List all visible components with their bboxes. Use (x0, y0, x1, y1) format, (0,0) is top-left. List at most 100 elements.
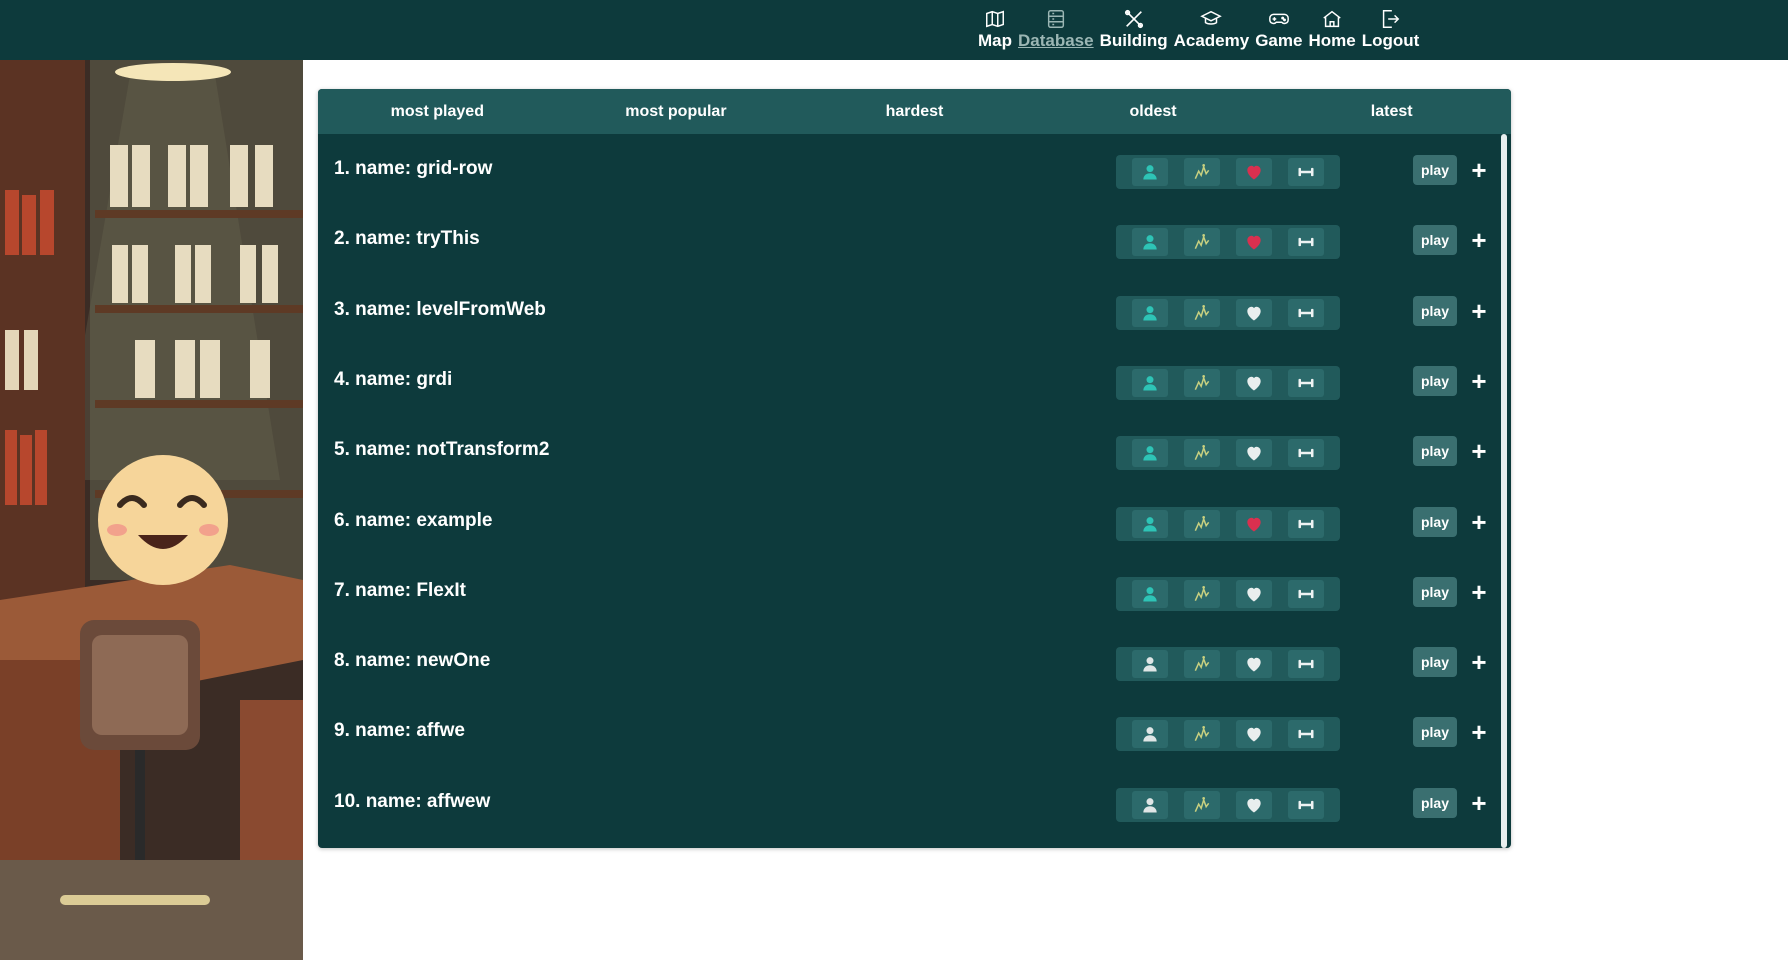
user-icon (1143, 727, 1157, 742)
nav-academy[interactable]: Academy (1174, 8, 1249, 54)
dumbbell-icon (1298, 308, 1314, 317)
difficulty-stat (1184, 509, 1220, 538)
level-stats-group (1116, 787, 1340, 822)
add-level-button[interactable]: + (1467, 718, 1491, 746)
like-stat[interactable] (1236, 298, 1272, 327)
creator-stat (1132, 720, 1168, 749)
add-level-button[interactable]: + (1467, 437, 1491, 465)
add-level-button[interactable]: + (1467, 156, 1491, 184)
level-stats-group (1116, 717, 1340, 752)
level-stats-group (1116, 647, 1340, 682)
creator-stat (1132, 368, 1168, 397)
fitness-icon (1194, 304, 1210, 320)
nav-map[interactable]: Map (978, 8, 1012, 54)
fitness-icon (1194, 374, 1210, 390)
heart-icon (1247, 446, 1261, 461)
like-stat[interactable] (1236, 368, 1272, 397)
heart-icon (1247, 798, 1261, 813)
play-button[interactable]: play (1413, 787, 1457, 818)
nav-logout[interactable]: Logout (1362, 8, 1419, 54)
level-name: 2. name: tryThis (334, 228, 480, 250)
like-stat[interactable] (1236, 228, 1272, 257)
home-icon (1323, 10, 1341, 28)
library-scene-image (0, 60, 303, 960)
level-stats-group (1116, 436, 1340, 471)
level-stats-group (1116, 155, 1340, 189)
user-icon (1143, 165, 1157, 180)
nav-game[interactable]: Game (1255, 8, 1302, 54)
creator-stat (1132, 158, 1168, 186)
nav-database[interactable]: Database (1018, 8, 1094, 54)
add-level-button[interactable]: + (1467, 508, 1491, 536)
user-icon (1143, 797, 1157, 813)
top-nav-bar: Map Database Building Academy Game Home … (0, 0, 1788, 60)
play-button[interactable]: play (1413, 506, 1457, 537)
nav-building[interactable]: Building (1100, 8, 1168, 54)
difficulty-stat (1184, 650, 1220, 679)
play-button[interactable]: play (1413, 576, 1457, 607)
heart-icon (1247, 306, 1261, 321)
play-button[interactable]: play (1413, 365, 1457, 396)
like-stat[interactable] (1236, 720, 1272, 749)
play-button[interactable]: play (1413, 225, 1457, 256)
scrollbar[interactable] (1501, 134, 1507, 848)
level-row: 6. name: example play + (318, 486, 1498, 556)
tools-icon (1124, 9, 1143, 29)
difficulty-stat (1184, 368, 1220, 397)
tab-oldest[interactable]: oldest (1034, 89, 1273, 134)
play-button[interactable]: play (1413, 295, 1457, 326)
nav-label: Building (1099, 31, 1168, 50)
difficulty-stat (1184, 579, 1220, 608)
sort-tabs: most played most popular hardest oldest … (318, 89, 1511, 134)
dumbbell-icon (1298, 800, 1314, 809)
like-stat[interactable] (1236, 579, 1272, 608)
level-name: 5. name: notTransform2 (334, 439, 550, 461)
play-button[interactable]: play (1413, 436, 1457, 467)
weight-stat (1288, 439, 1324, 468)
play-button[interactable]: play (1413, 717, 1457, 748)
level-database-panel: most played most popular hardest oldest … (318, 89, 1511, 848)
weight-stat (1288, 650, 1324, 679)
add-level-button[interactable]: + (1467, 648, 1491, 676)
tab-most-popular[interactable]: most popular (557, 89, 796, 134)
user-icon (1143, 235, 1157, 250)
add-level-button[interactable]: + (1467, 226, 1491, 254)
weight-stat (1288, 298, 1324, 327)
heart-icon (1247, 587, 1261, 602)
play-button[interactable]: play (1413, 647, 1457, 678)
map-icon (986, 10, 1004, 28)
fitness-icon (1194, 656, 1210, 672)
logout-icon (1383, 10, 1400, 28)
level-stats-group (1116, 506, 1340, 541)
graduation-cap-icon (1200, 10, 1223, 25)
creator-stat (1132, 439, 1168, 468)
level-name: 9. name: affwe (334, 720, 465, 742)
like-stat[interactable] (1236, 650, 1272, 679)
like-stat[interactable] (1236, 158, 1272, 186)
level-row: 5. name: notTransform2 play + (318, 415, 1498, 485)
tab-most-played[interactable]: most played (318, 89, 557, 134)
heart-icon (1247, 728, 1261, 742)
add-level-button[interactable]: + (1467, 297, 1491, 325)
like-stat[interactable] (1236, 439, 1272, 468)
add-level-button[interactable]: + (1467, 367, 1491, 395)
level-stats-group (1116, 225, 1340, 260)
like-stat[interactable] (1236, 509, 1272, 538)
weight-stat (1288, 509, 1324, 538)
user-icon (1143, 446, 1157, 461)
add-level-button[interactable]: + (1467, 578, 1491, 606)
level-row: 4. name: grdi play + (318, 345, 1498, 415)
play-button[interactable]: play (1413, 155, 1457, 185)
level-stats-group (1116, 576, 1340, 611)
tab-hardest[interactable]: hardest (795, 89, 1034, 134)
nav-label: Home (1308, 31, 1356, 50)
dumbbell-icon (1298, 238, 1314, 247)
level-row: 9. name: affwe play + (318, 696, 1498, 766)
creator-stat (1132, 650, 1168, 679)
fitness-icon (1194, 796, 1210, 812)
like-stat[interactable] (1236, 790, 1272, 819)
add-level-button[interactable]: + (1467, 789, 1491, 817)
tab-latest[interactable]: latest (1272, 89, 1511, 134)
nav-home[interactable]: Home (1308, 8, 1356, 54)
fitness-icon (1194, 445, 1210, 461)
